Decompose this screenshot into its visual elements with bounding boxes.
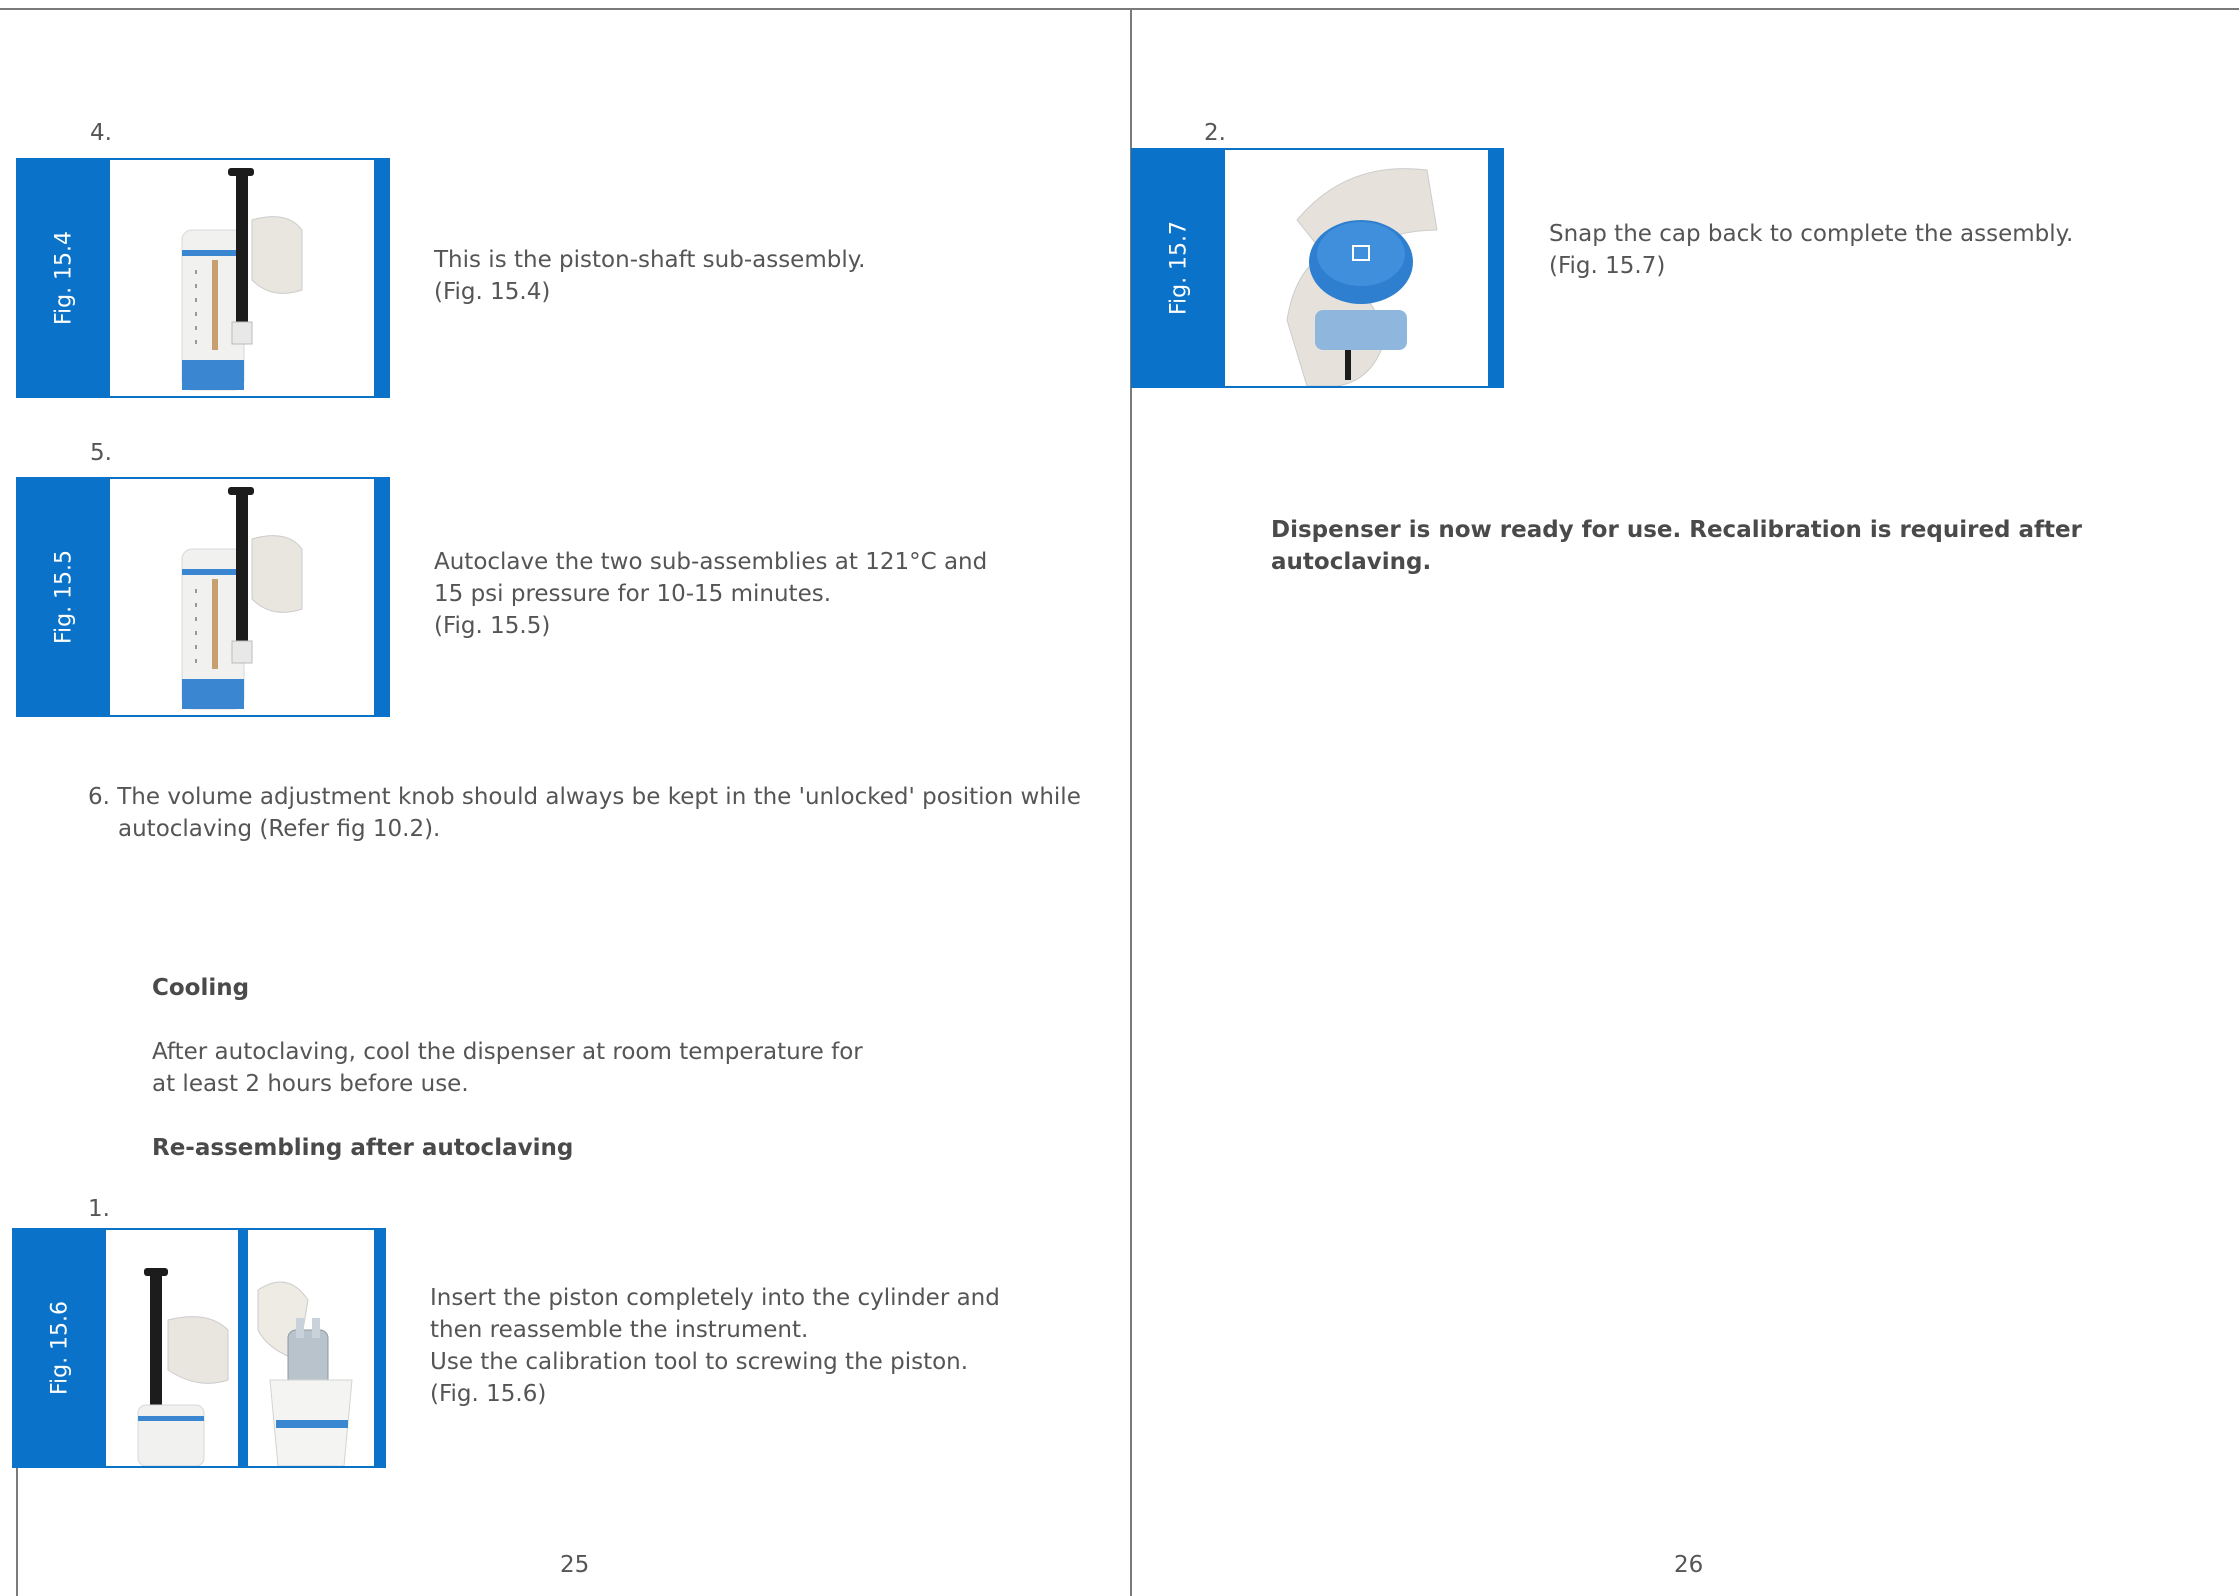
reassembling-line2: then reassemble the instrument. (430, 1317, 809, 1343)
step-6-line1: 6. The volume adjustment knob should alw… (88, 784, 1081, 810)
right-page-number: 26 (1674, 1552, 1704, 1578)
figure-label: Fig. 15.7 (1166, 220, 1192, 316)
ready-notice: Dispenser is now ready for use. Recalibr… (1271, 517, 2082, 575)
step-4-number: 4. (90, 120, 112, 146)
piston-shaft-photo (112, 160, 374, 396)
figure-right-bar (374, 160, 388, 396)
step-4-description: This is the piston-shaft sub-assembly. (… (434, 244, 865, 308)
step-4-line2: (Fig. 15.4) (434, 279, 551, 305)
step-4-line1: This is the piston-shaft sub-assembly. (434, 247, 866, 273)
cooling-heading: Cooling (152, 975, 250, 1001)
figure-15-6: Fig. 15.6 (12, 1228, 386, 1468)
reassembling-line1: Insert the piston completely into the cy… (430, 1285, 1000, 1311)
cooling-text: After autoclaving, cool the dispenser at… (152, 1036, 863, 1100)
figure-tab: Fig. 15.4 (18, 160, 110, 396)
figure-label: Fig. 15.5 (51, 549, 77, 645)
figure-right-bar (374, 1230, 384, 1466)
step-5-line1: Autoclave the two sub-assemblies at 121°… (434, 549, 988, 575)
reassembling-heading: Re-assembling after autoclaving (152, 1135, 574, 1161)
figure-middle-bar (238, 1230, 248, 1466)
figure-tab: Fig. 15.6 (14, 1230, 106, 1466)
figure-15-5: Fig. 15.5 (16, 477, 390, 717)
step-2-description: Snap the cap back to complete the assemb… (1549, 218, 2073, 282)
reassembling-step-1-number: 1. (88, 1196, 110, 1222)
step-5-description: Autoclave the two sub-assemblies at 121°… (434, 546, 987, 642)
calibration-tool-photo (248, 1230, 374, 1466)
step-6-text: 6. The volume adjustment knob should alw… (88, 781, 1081, 845)
figure-right-bar (374, 479, 388, 715)
figure-label: Fig. 15.4 (51, 230, 77, 326)
reassembling-line3: Use the calibration tool to screwing the… (430, 1349, 969, 1375)
cooling-line1: After autoclaving, cool the dispenser at… (152, 1039, 863, 1065)
figure-label: Fig. 15.6 (47, 1300, 73, 1396)
piston-insert-photo (108, 1230, 236, 1466)
reassembling-step-1-description: Insert the piston completely into the cy… (430, 1282, 1000, 1410)
step-2-number: 2. (1204, 120, 1226, 146)
figure-tab: Fig. 15.5 (18, 479, 110, 715)
step-5-number: 5. (90, 440, 112, 466)
figure-15-4: Fig. 15.4 (16, 158, 390, 398)
reassembling-line4: (Fig. 15.6) (430, 1381, 547, 1407)
figure-15-7: Fig. 15.7 (1131, 148, 1504, 388)
step-6-line2: autoclaving (Refer fig 10.2). (118, 816, 441, 842)
cooling-line2: at least 2 hours before use. (152, 1071, 469, 1097)
step-2-line1: Snap the cap back to complete the assemb… (1549, 221, 2074, 247)
step-2-line2: (Fig. 15.7) (1549, 253, 1666, 279)
figure-right-bar (1488, 150, 1502, 386)
sub-assemblies-photo (112, 479, 374, 715)
step-5-line3: (Fig. 15.5) (434, 613, 551, 639)
cap-snap-photo (1227, 150, 1490, 386)
step-5-line2: 15 psi pressure for 10-15 minutes. (434, 581, 832, 607)
figure-tab: Fig. 15.7 (1133, 150, 1225, 386)
left-page-number: 25 (560, 1552, 590, 1578)
top-border (0, 8, 2239, 10)
